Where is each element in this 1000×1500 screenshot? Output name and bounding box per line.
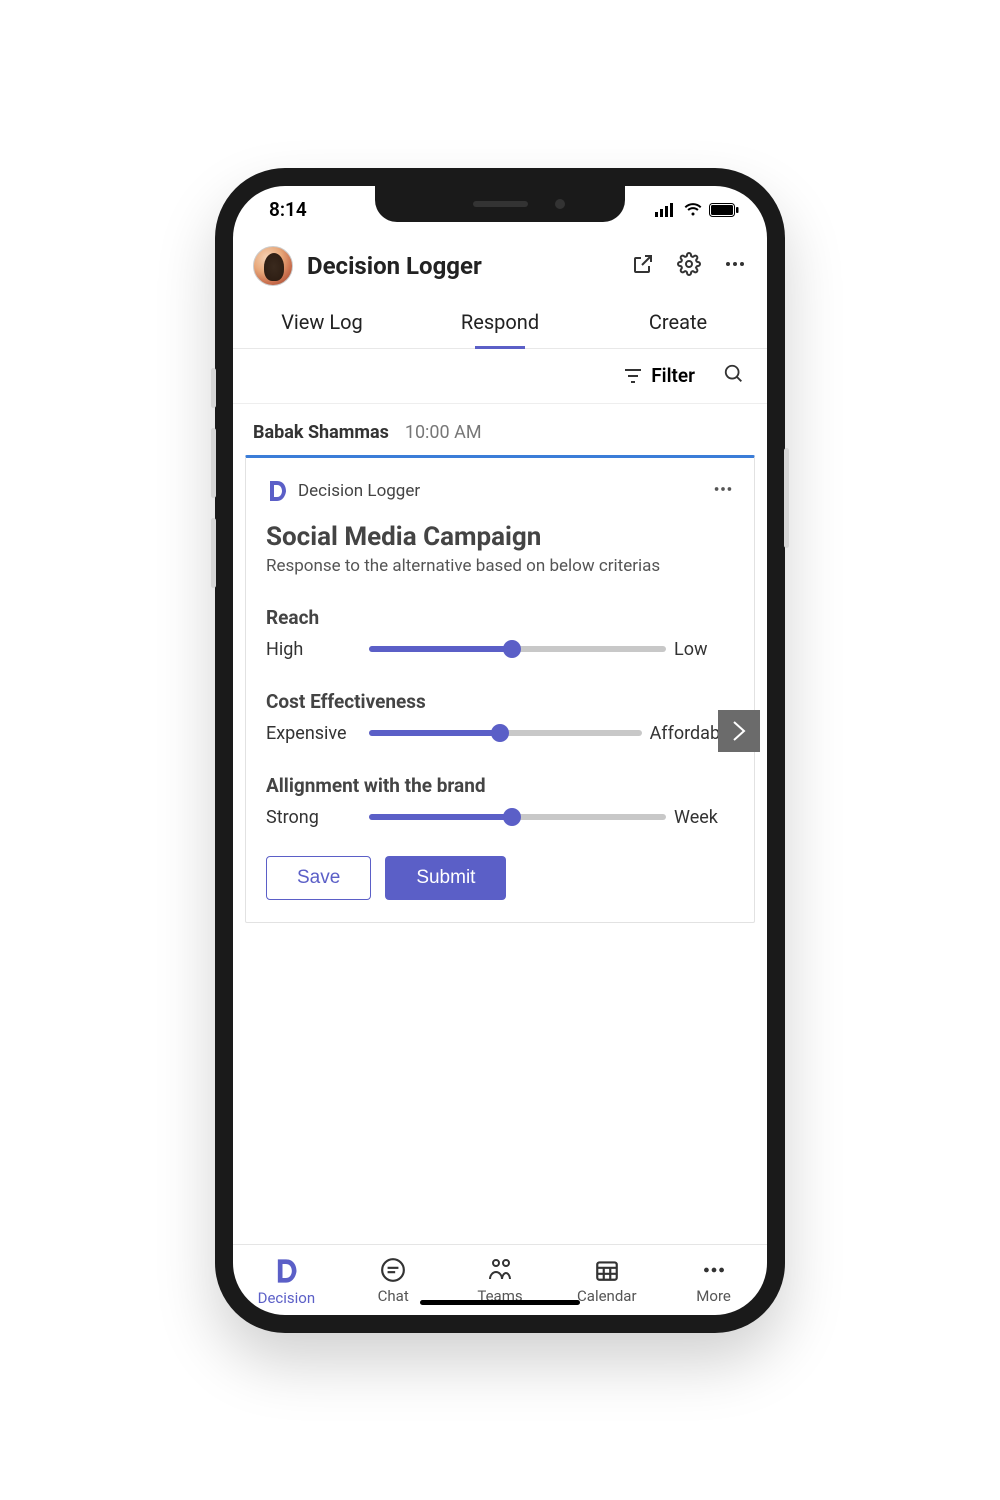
phone-frame: 8:14 Decision Logger bbox=[215, 168, 785, 1333]
criteria-cost: Cost Effectiveness Expensive Affordable bbox=[266, 690, 734, 744]
more-icon[interactable] bbox=[723, 252, 747, 280]
slider-label-left: Expensive bbox=[266, 723, 361, 744]
criteria-title: Reach bbox=[266, 606, 734, 629]
calendar-icon bbox=[594, 1257, 620, 1283]
chat-icon bbox=[380, 1257, 406, 1283]
phone-side-button bbox=[211, 518, 216, 588]
card-app-name: Decision Logger bbox=[298, 481, 702, 501]
slider-alignment[interactable] bbox=[369, 807, 666, 827]
slider-cost[interactable] bbox=[369, 723, 642, 743]
slider-label-right: Low bbox=[674, 639, 734, 660]
slider-label-left: High bbox=[266, 639, 361, 660]
post-time: 10:00 AM bbox=[405, 422, 482, 443]
criteria-title: Cost Effectiveness bbox=[266, 690, 734, 713]
slider-label-left: Strong bbox=[266, 807, 361, 828]
avatar[interactable] bbox=[253, 246, 293, 286]
card-subtitle: Response to the alternative based on bel… bbox=[266, 556, 734, 576]
toolbar: Filter bbox=[233, 349, 767, 404]
open-external-icon[interactable] bbox=[631, 252, 655, 280]
phone-side-button bbox=[211, 428, 216, 498]
decision-icon bbox=[273, 1257, 299, 1285]
nav-label: Chat bbox=[378, 1287, 409, 1305]
battery-icon bbox=[709, 203, 739, 217]
card-title: Social Media Campaign bbox=[266, 522, 734, 552]
post-meta: Babak Shammas 10:00 AM bbox=[239, 404, 761, 455]
filter-button[interactable]: Filter bbox=[623, 364, 695, 387]
tab-create[interactable]: Create bbox=[589, 300, 767, 348]
chevron-right-icon bbox=[732, 720, 746, 742]
cellular-icon bbox=[655, 203, 677, 217]
criteria-title: Allignment with the brand bbox=[266, 774, 734, 797]
save-button[interactable]: Save bbox=[266, 856, 371, 900]
home-indicator[interactable] bbox=[420, 1300, 580, 1305]
tab-view-log[interactable]: View Log bbox=[233, 300, 411, 348]
nav-label: Decision bbox=[258, 1289, 316, 1307]
slider-label-right: Week bbox=[674, 807, 734, 828]
filter-label: Filter bbox=[651, 364, 695, 387]
phone-side-button bbox=[784, 448, 789, 548]
gear-icon[interactable] bbox=[677, 252, 701, 280]
notch bbox=[375, 186, 625, 222]
tab-bar: View Log Respond Create bbox=[233, 300, 767, 349]
status-time: 8:14 bbox=[269, 198, 307, 221]
nav-label: More bbox=[696, 1287, 731, 1305]
content-area: Babak Shammas 10:00 AM Decision Logger S… bbox=[233, 404, 767, 1244]
nav-more[interactable]: More bbox=[660, 1257, 767, 1307]
slider-reach[interactable] bbox=[369, 639, 666, 659]
more-icon bbox=[701, 1257, 727, 1283]
app-title: Decision Logger bbox=[307, 252, 617, 280]
post-author: Babak Shammas bbox=[253, 422, 389, 443]
tab-respond[interactable]: Respond bbox=[411, 300, 589, 348]
phone-side-button bbox=[211, 368, 216, 408]
criteria-alignment: Allignment with the brand Strong Week bbox=[266, 774, 734, 828]
card-more-icon[interactable] bbox=[712, 478, 734, 504]
app-header: Decision Logger bbox=[233, 234, 767, 300]
nav-decision[interactable]: Decision bbox=[233, 1257, 340, 1307]
nav-label: Calendar bbox=[577, 1287, 637, 1305]
filter-icon bbox=[623, 368, 643, 384]
decision-card: Decision Logger Social Media Campaign Re… bbox=[245, 455, 755, 923]
criteria-reach: Reach High Low bbox=[266, 606, 734, 660]
search-icon[interactable] bbox=[723, 363, 745, 389]
submit-button[interactable]: Submit bbox=[385, 856, 506, 900]
screen: 8:14 Decision Logger bbox=[233, 186, 767, 1315]
teams-icon bbox=[486, 1257, 514, 1283]
next-button[interactable] bbox=[718, 710, 760, 752]
wifi-icon bbox=[683, 203, 703, 217]
decision-logger-icon bbox=[266, 479, 288, 503]
